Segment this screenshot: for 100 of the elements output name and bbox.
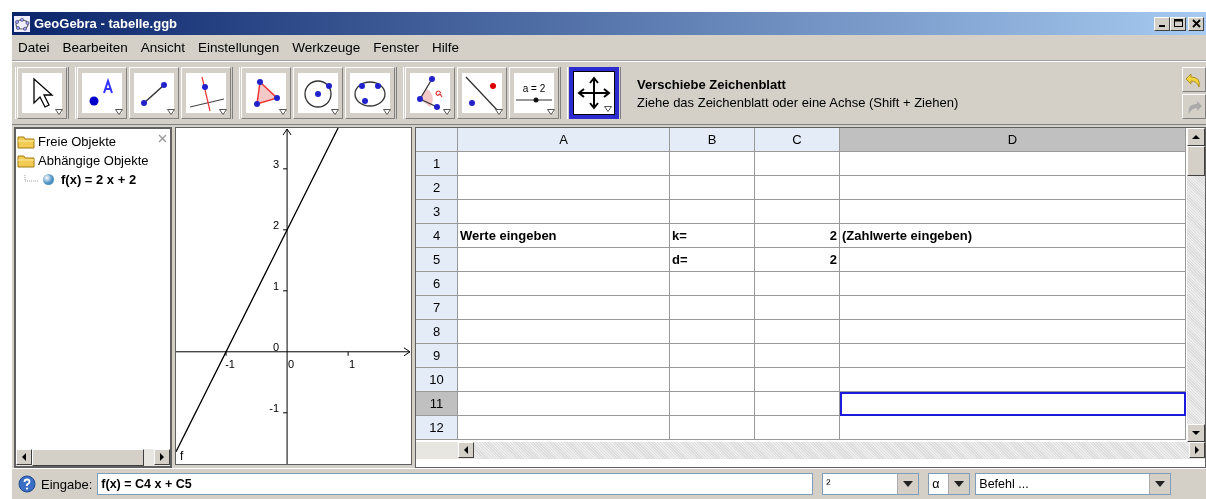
table-cell[interactable]: [670, 272, 755, 296]
menu-item[interactable]: Datei: [18, 40, 50, 55]
table-cell[interactable]: [458, 272, 670, 296]
row-header[interactable]: 9: [416, 344, 458, 368]
menu-item[interactable]: Einstellungen: [198, 40, 280, 55]
table-cell[interactable]: [670, 152, 755, 176]
minimize-button[interactable]: [1154, 16, 1170, 31]
table-cell[interactable]: [458, 320, 670, 344]
tool-button[interactable]: a = 2: [509, 67, 559, 119]
row-header[interactable]: 12: [416, 416, 458, 440]
menu-item[interactable]: Ansicht: [140, 40, 186, 55]
table-cell[interactable]: [670, 320, 755, 344]
vertical-scrollbar[interactable]: [1187, 128, 1205, 442]
scroll-up-button[interactable]: [1187, 128, 1205, 146]
row-header[interactable]: 1: [416, 152, 458, 176]
table-cell[interactable]: [840, 320, 1186, 344]
scroll-left-button[interactable]: [458, 442, 474, 458]
undo-button[interactable]: [1182, 67, 1206, 92]
column-header[interactable]: B: [670, 128, 755, 152]
table-cell[interactable]: [840, 200, 1186, 224]
row-header[interactable]: 3: [416, 200, 458, 224]
table-cell[interactable]: [458, 344, 670, 368]
table-cell[interactable]: [670, 200, 755, 224]
table-cell[interactable]: [755, 416, 840, 440]
table-cell[interactable]: k=: [670, 224, 755, 248]
column-header[interactable]: D: [840, 128, 1186, 152]
scroll-thumb[interactable]: [1187, 146, 1205, 176]
table-cell[interactable]: [458, 392, 670, 416]
column-header[interactable]: C: [755, 128, 840, 152]
table-cell[interactable]: [840, 416, 1186, 440]
table-cell[interactable]: [840, 344, 1186, 368]
table-cell[interactable]: [755, 320, 840, 344]
table-cell[interactable]: [670, 296, 755, 320]
table-cell[interactable]: [755, 392, 840, 416]
menu-item[interactable]: Werkzeuge: [292, 40, 361, 55]
row-header[interactable]: 6: [416, 272, 458, 296]
table-cell[interactable]: [458, 176, 670, 200]
folder-icon: [17, 153, 35, 168]
scroll-down-button[interactable]: [1187, 424, 1205, 442]
table-cell[interactable]: [670, 368, 755, 392]
table-cell[interactable]: 2: [755, 248, 840, 272]
table-cell[interactable]: [458, 248, 670, 272]
close-icon[interactable]: [158, 134, 167, 143]
table-cell[interactable]: [840, 248, 1186, 272]
horizontal-scrollbar[interactable]: [416, 442, 1205, 459]
symbol-dropdown[interactable]: ²: [822, 473, 920, 495]
menu-item[interactable]: Hilfe: [432, 40, 459, 55]
scroll-right-button[interactable]: [154, 449, 170, 465]
table-cell[interactable]: [840, 368, 1186, 392]
menu-item[interactable]: Bearbeiten: [62, 40, 128, 55]
tree-item[interactable]: Abhängige Objekte: [38, 153, 149, 168]
table-cell[interactable]: [458, 296, 670, 320]
table-cell[interactable]: [755, 272, 840, 296]
table-cell[interactable]: [840, 152, 1186, 176]
menu-item[interactable]: Fenster: [373, 40, 419, 55]
horizontal-scrollbar[interactable]: [16, 449, 170, 466]
table-cell[interactable]: [840, 176, 1186, 200]
row-header[interactable]: 8: [416, 320, 458, 344]
table-cell[interactable]: [755, 344, 840, 368]
greek-dropdown[interactable]: α: [928, 473, 971, 495]
row-header[interactable]: 2: [416, 176, 458, 200]
command-dropdown[interactable]: Befehl ...: [975, 473, 1172, 495]
row-header[interactable]: 5: [416, 248, 458, 272]
scroll-left-button[interactable]: [16, 449, 32, 465]
table-cell[interactable]: [755, 368, 840, 392]
table-cell[interactable]: Werte eingeben: [458, 224, 670, 248]
scroll-right-button[interactable]: [1189, 442, 1205, 458]
table-cell[interactable]: [670, 344, 755, 368]
tool-button[interactable]: [569, 67, 619, 119]
input-field[interactable]: f(x) = C4 x + C5: [97, 473, 814, 495]
row-header[interactable]: 10: [416, 368, 458, 392]
column-header[interactable]: A: [458, 128, 670, 152]
table-cell[interactable]: d=: [670, 248, 755, 272]
table-cell[interactable]: 2: [755, 224, 840, 248]
table-cell[interactable]: [755, 152, 840, 176]
maximize-button[interactable]: [1170, 16, 1186, 31]
table-cell[interactable]: [755, 176, 840, 200]
table-cell[interactable]: [458, 368, 670, 392]
function-graph[interactable]: [176, 128, 339, 453]
tree-item[interactable]: Freie Objekte: [38, 134, 117, 149]
algebra-object[interactable]: f(x) = 2 x + 2: [61, 172, 137, 187]
table-cell[interactable]: [755, 296, 840, 320]
table-cell[interactable]: [840, 296, 1186, 320]
table-cell[interactable]: [458, 200, 670, 224]
table-cell[interactable]: [670, 176, 755, 200]
table-cell[interactable]: (Zahlwerte eingeben): [840, 224, 1186, 248]
table-cell[interactable]: [458, 152, 670, 176]
row-header[interactable]: 7: [416, 296, 458, 320]
table-cell[interactable]: [840, 392, 1186, 416]
help-icon[interactable]: [18, 475, 36, 493]
redo-button[interactable]: [1182, 94, 1206, 119]
table-cell[interactable]: [670, 416, 755, 440]
table-cell[interactable]: [755, 200, 840, 224]
table-cell[interactable]: [670, 392, 755, 416]
row-header[interactable]: 11: [416, 392, 458, 416]
table-cell[interactable]: [840, 272, 1186, 296]
table-cell[interactable]: [458, 416, 670, 440]
scroll-thumb[interactable]: [32, 449, 144, 466]
row-header[interactable]: 4: [416, 224, 458, 248]
close-button[interactable]: [1188, 16, 1204, 31]
